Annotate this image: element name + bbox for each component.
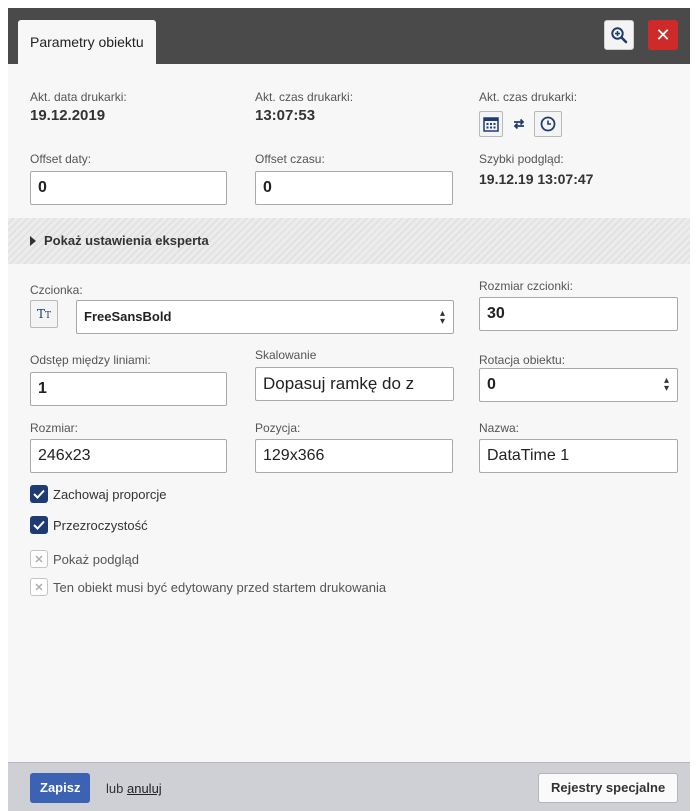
position-input[interactable]: 129x366 [255,439,453,473]
must-edit-label: Ten obiekt musi być edytowany przed star… [53,579,387,595]
panel-header: Parametry obiektu ✕ [8,8,690,64]
scaling-select-value: Dopasuj ramkę do z [263,374,415,393]
x-icon [30,578,48,596]
size-label: Rozmiar: [30,421,79,435]
chevron-updown-icon: ▴ ▾ [663,375,669,394]
tab-object-parameters[interactable]: Parametry obiektu [18,20,156,64]
quick-preview-label: Szybki podgląd: [479,152,564,166]
line-spacing-label: Odstęp między liniami: [30,353,151,367]
font-size-label: Rozmiar czcionki: [479,279,574,293]
chevron-updown-icon: ▴ ▾ [439,308,445,327]
font-style-icon: TT [36,307,52,321]
sync-button[interactable] [509,114,529,134]
name-input[interactable]: DataTime 1 [479,439,678,473]
panel-footer: Zapisz lub anuluj Rejestry specjalne [8,762,690,811]
zoom-button[interactable] [604,20,634,50]
time-offset-input[interactable]: 0 [255,171,453,205]
cancel-text: lub anuluj [106,781,162,796]
quick-preview-value: 19.12.19 13:07:47 [479,171,594,187]
printer-time-label: Akt. czas drukarki: [255,90,354,104]
rotation-select-value: 0 [487,376,496,393]
font-select[interactable]: FreeSansBold ▴ ▾ [76,300,454,334]
name-label: Nazwa: [479,421,520,435]
x-icon [30,550,48,568]
sync-icon [513,118,525,130]
font-label: Czcionka: [30,283,83,297]
rotation-label: Rotacja obiektu: [479,353,566,367]
font-size-input[interactable]: 30 [479,297,678,331]
check-icon [30,485,48,503]
position-label: Pozycja: [255,421,301,435]
clock-icon [540,116,556,132]
font-style-button[interactable]: TT [30,300,58,328]
size-input[interactable]: 246x23 [30,439,227,473]
transparency-checkbox[interactable]: Przezroczystość [30,515,148,535]
cancel-link[interactable]: anuluj [127,781,162,796]
printer-date-value: 19.12.2019 [30,107,106,124]
time-offset-label: Offset czasu: [255,152,325,166]
printer-date-label: Akt. data drukarki: [30,90,127,104]
line-spacing-input[interactable]: 1 [30,372,227,406]
triangle-right-icon [30,236,36,246]
or-text: lub [106,781,124,796]
object-parameters-panel: Parametry obiektu ✕ Akt. data drukarki: … [8,8,690,811]
date-offset-input[interactable]: 0 [30,171,227,205]
check-icon [30,516,48,534]
show-preview-checkbox[interactable]: Pokaż podgląd [30,549,139,569]
expert-settings-label: Pokaż ustawienia eksperta [44,233,209,248]
scaling-label: Skalowanie [255,348,317,362]
special-registers-button[interactable]: Rejestry specjalne [538,773,679,803]
must-edit-checkbox[interactable]: Ten obiekt musi być edytowany przed star… [30,577,386,597]
printer-time-value: 13:07:53 [255,107,316,124]
transparency-label: Przezroczystość [53,517,148,533]
expert-settings-toggle[interactable]: Pokaż ustawienia eksperta [8,218,690,264]
zoom-icon [611,27,628,44]
clock-button[interactable] [534,111,562,137]
show-preview-label: Pokaż podgląd [53,551,140,567]
printer-sync-label: Akt. czas drukarki: [479,90,578,104]
font-select-value: FreeSansBold [84,309,172,324]
rotation-select[interactable]: 0 ▴ ▾ [479,368,678,402]
scaling-select[interactable]: Dopasuj ramkę do z [255,367,454,401]
keep-proportions-label: Zachowaj proporcje [53,486,167,502]
date-offset-label: Offset daty: [30,152,92,166]
calendar-button[interactable] [479,111,503,137]
close-button[interactable]: ✕ [648,20,678,50]
close-icon: ✕ [655,24,671,45]
calendar-icon [483,117,499,132]
save-button[interactable]: Zapisz [30,773,91,803]
keep-proportions-checkbox[interactable]: Zachowaj proporcje [30,484,166,504]
